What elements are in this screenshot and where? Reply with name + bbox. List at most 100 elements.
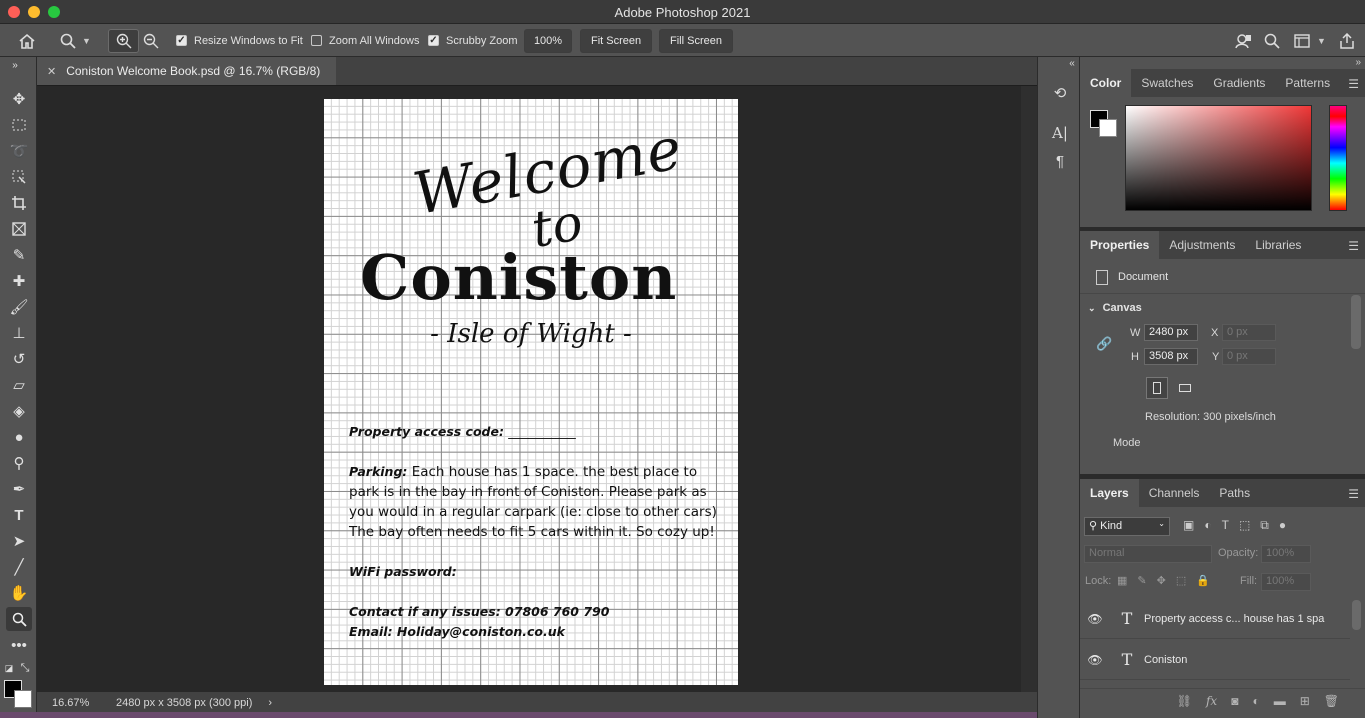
blur-tool-icon[interactable]: ● xyxy=(6,425,32,449)
dodge-tool-icon[interactable]: ⚲ xyxy=(6,451,32,475)
tab-properties[interactable]: Properties xyxy=(1080,231,1160,259)
type-tool-icon[interactable]: T xyxy=(6,503,32,527)
panel-menu-icon[interactable]: ☰ xyxy=(1348,77,1359,91)
link-dimensions-icon[interactable]: 🔗 xyxy=(1096,336,1112,352)
share-icon[interactable] xyxy=(1339,24,1355,57)
shape-filter-icon[interactable]: ⬚ xyxy=(1239,518,1250,533)
eyedropper-tool-icon[interactable]: ✎ xyxy=(6,243,32,267)
filter-toggle-icon[interactable]: ● xyxy=(1279,518,1286,533)
new-layer-icon[interactable]: ⊞ xyxy=(1300,694,1310,708)
close-tab-icon[interactable]: ✕ xyxy=(47,65,56,78)
paragraph-panel-icon[interactable]: ¶ xyxy=(1050,151,1070,171)
width-field[interactable]: 2480 px xyxy=(1144,324,1198,341)
layer-row[interactable]: 👁 T Property access c... house has 1 spa xyxy=(1080,599,1350,639)
hue-slider[interactable] xyxy=(1329,105,1347,211)
crop-tool-icon[interactable] xyxy=(6,191,32,215)
collapse-panels-icon[interactable]: « xyxy=(1062,57,1082,69)
zoom-all-windows-checkbox[interactable]: Zoom All Windows xyxy=(311,24,419,57)
adjustment-filter-icon[interactable]: ◐ xyxy=(1204,518,1211,533)
resize-windows-checkbox[interactable]: Resize Windows to Fit xyxy=(176,24,303,57)
lock-pixels-icon[interactable]: ✎ xyxy=(1137,574,1146,587)
lasso-tool-icon[interactable]: ➰ xyxy=(6,139,32,163)
zoom-level-field[interactable]: 100% xyxy=(524,28,572,53)
document-tab[interactable]: ✕ Coniston Welcome Book.psd @ 16.7% (RGB… xyxy=(37,57,336,85)
search-icon[interactable] xyxy=(1264,24,1280,57)
opacity-field[interactable]: 100% xyxy=(1261,545,1311,563)
expand-panels-icon[interactable]: » xyxy=(1355,57,1361,68)
healing-brush-tool-icon[interactable]: ✚ xyxy=(6,269,32,293)
history-brush-tool-icon[interactable]: ↺ xyxy=(6,347,32,371)
delete-layer-icon[interactable]: 🗑 xyxy=(1324,694,1339,708)
fit-screen-button[interactable]: Fit Screen xyxy=(580,28,653,53)
zoom-tool-icon[interactable] xyxy=(6,607,32,631)
blend-mode-select[interactable]: Normal xyxy=(1084,545,1212,563)
pen-tool-icon[interactable]: ✒ xyxy=(6,477,32,501)
marquee-tool-icon[interactable] xyxy=(6,113,32,137)
landscape-orientation-button[interactable] xyxy=(1174,377,1196,399)
adjustment-layer-icon[interactable]: ◐ xyxy=(1252,694,1259,708)
collapse-toolbar-icon[interactable]: » xyxy=(2,59,28,71)
panel-menu-icon[interactable]: ☰ xyxy=(1348,239,1359,253)
character-panel-icon[interactable]: A| xyxy=(1050,123,1070,143)
hand-tool-icon[interactable]: ✋ xyxy=(6,581,32,605)
canvas-section-toggle[interactable]: ⌄ Canvas xyxy=(1088,302,1142,314)
zoom-out-button[interactable] xyxy=(143,24,159,57)
paint-bucket-tool-icon[interactable]: ◈ xyxy=(6,399,32,423)
fx-icon[interactable]: fx xyxy=(1206,694,1217,708)
lock-position-icon[interactable]: ✥ xyxy=(1157,574,1166,587)
tab-layers[interactable]: Layers xyxy=(1080,479,1139,507)
height-field[interactable]: 3508 px xyxy=(1144,348,1198,365)
fill-screen-button[interactable]: Fill Screen xyxy=(659,28,733,53)
visibility-eye-icon[interactable]: 👁 xyxy=(1080,653,1110,667)
lock-transparent-icon[interactable]: ▦ xyxy=(1117,574,1127,587)
path-selection-tool-icon[interactable]: ➤ xyxy=(6,529,32,553)
zoom-in-button[interactable] xyxy=(108,28,139,53)
eraser-tool-icon[interactable]: ▱ xyxy=(6,373,32,397)
lock-all-icon[interactable]: 🔒 xyxy=(1196,574,1210,587)
default-colors-icon[interactable]: ◪ xyxy=(2,661,16,675)
link-layers-icon[interactable]: ⛓ xyxy=(1177,694,1192,708)
document-page[interactable]: Welcome to Coniston - Isle of Wight - Pr… xyxy=(324,99,738,685)
tab-color[interactable]: Color xyxy=(1080,69,1132,97)
y-field[interactable]: 0 px xyxy=(1222,348,1276,365)
tab-paths[interactable]: Paths xyxy=(1209,479,1260,507)
visibility-eye-icon[interactable]: 👁 xyxy=(1080,612,1110,626)
tab-libraries[interactable]: Libraries xyxy=(1245,231,1311,259)
panel-menu-icon[interactable]: ☰ xyxy=(1348,487,1359,501)
line-tool-icon[interactable]: ╱ xyxy=(6,555,32,579)
background-color[interactable] xyxy=(1099,119,1117,137)
new-group-icon[interactable]: ▬ xyxy=(1274,694,1286,708)
layers-scrollbar[interactable] xyxy=(1352,600,1361,630)
smart-object-filter-icon[interactable]: ⧉ xyxy=(1260,518,1269,533)
layer-filter-kind[interactable]: ⚲ Kind ⌄ xyxy=(1084,517,1170,536)
properties-scrollbar[interactable] xyxy=(1351,295,1361,349)
pixel-filter-icon[interactable]: ▣ xyxy=(1183,518,1194,533)
learn-icon[interactable] xyxy=(1234,24,1252,57)
lock-artboard-icon[interactable]: ⬚ xyxy=(1176,574,1186,587)
add-mask-icon[interactable]: ◙ xyxy=(1231,694,1238,708)
zoom-tool-preset-picker[interactable]: ▼ xyxy=(60,24,91,57)
object-selection-tool-icon[interactable] xyxy=(6,165,32,189)
swap-colors-icon[interactable]: ⤡ xyxy=(18,661,32,675)
workspace-icon[interactable]: ▼ xyxy=(1294,24,1326,57)
tab-channels[interactable]: Channels xyxy=(1139,479,1210,507)
vertical-scrollbar[interactable] xyxy=(1021,86,1037,692)
tab-adjustments[interactable]: Adjustments xyxy=(1159,231,1245,259)
layer-row[interactable]: 👁 T Coniston xyxy=(1080,640,1350,680)
portrait-orientation-button[interactable] xyxy=(1146,377,1168,399)
status-chevron-right-icon[interactable]: › xyxy=(268,697,272,709)
brush-tool-icon[interactable]: 🖌 xyxy=(6,295,32,319)
move-tool-icon[interactable]: ✥ xyxy=(6,87,32,111)
x-field[interactable]: 0 px xyxy=(1222,324,1276,341)
clone-stamp-tool-icon[interactable]: ⊥ xyxy=(6,321,32,345)
background-color-swatch[interactable] xyxy=(14,690,32,708)
fill-field[interactable]: 100% xyxy=(1261,573,1311,591)
color-picker-field[interactable] xyxy=(1125,105,1312,211)
tab-swatches[interactable]: Swatches xyxy=(1131,69,1203,97)
history-panel-icon[interactable]: ⟲ xyxy=(1050,83,1070,103)
scrubby-zoom-checkbox[interactable]: Scrubby Zoom xyxy=(428,24,518,57)
home-icon[interactable] xyxy=(18,24,36,57)
frame-tool-icon[interactable] xyxy=(6,217,32,241)
more-tools-icon[interactable]: ••• xyxy=(6,633,32,657)
tab-gradients[interactable]: Gradients xyxy=(1203,69,1275,97)
